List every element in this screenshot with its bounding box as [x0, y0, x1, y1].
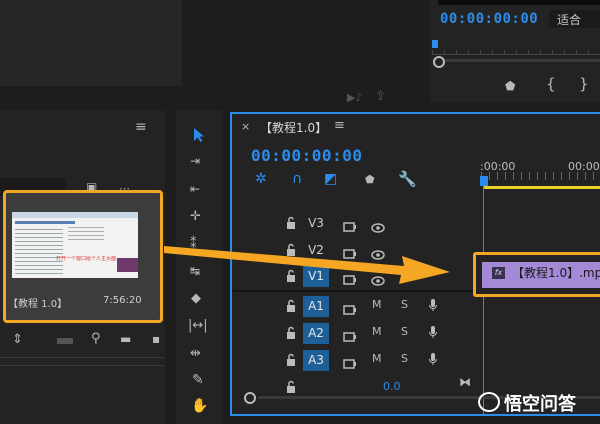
audio-track-a3[interactable]: A3 M S	[233, 348, 481, 374]
razor-tool-icon[interactable]: ◆	[191, 291, 201, 306]
lock-icon[interactable]	[285, 325, 297, 339]
audio-track-a2[interactable]: A2 M S	[233, 321, 481, 347]
project-panel: ≡ ▣ ⋯ 打开一个窗口给个人主页面 【教程 1.0】 7:56:20 ⇕ ⚲ …	[0, 110, 165, 424]
lock-icon[interactable]	[285, 352, 297, 366]
panel-divider	[0, 357, 165, 358]
playhead-line	[483, 186, 484, 416]
fit-dropdown-label: 适合	[557, 13, 582, 27]
hand-tool-icon[interactable]: ✋	[191, 398, 208, 414]
eye-icon[interactable]	[371, 218, 385, 237]
microphone-icon[interactable]	[428, 324, 438, 343]
program-timecode[interactable]: 00:00:00:00	[440, 11, 538, 27]
clip-label: 【教程1.0】.mp	[512, 266, 600, 280]
audio-output-icon[interactable]: ▶♪	[347, 91, 362, 104]
linked-selection-icon[interactable]: ◩	[324, 171, 337, 187]
sync-lock-icon[interactable]	[343, 217, 357, 236]
panel-divider	[0, 365, 165, 366]
zoom-bar[interactable]	[445, 59, 600, 62]
slide-tool-icon[interactable]: ⇹	[190, 346, 201, 361]
annotation-arrow	[164, 246, 450, 284]
ripple-edit-tool-icon[interactable]: ✛	[190, 209, 201, 224]
playhead-marker[interactable]	[480, 176, 488, 186]
microphone-icon[interactable]	[428, 351, 438, 370]
zoom-handle[interactable]	[433, 56, 445, 68]
add-marker-icon[interactable]: ⬟	[365, 173, 375, 186]
playhead-marker[interactable]	[432, 40, 438, 48]
source-monitor-panel	[0, 0, 182, 86]
video-track-v3[interactable]: V3	[233, 211, 481, 237]
sync-lock-icon[interactable]	[343, 354, 357, 373]
export-frame-icon[interactable]: ⇪	[375, 89, 386, 104]
microphone-icon[interactable]	[428, 297, 438, 316]
selection-tool-icon[interactable]	[193, 127, 205, 143]
sort-icon[interactable]: ⇕	[12, 332, 23, 347]
monitor-ruler[interactable]	[432, 50, 600, 55]
go-to-end-icon[interactable]: ⧓	[459, 375, 471, 389]
solo-button[interactable]: S	[401, 325, 408, 338]
nest-sequence-icon[interactable]: ✲	[255, 171, 267, 187]
watermark-logo-icon	[478, 392, 500, 412]
track-select-back-icon[interactable]: ⇤	[190, 182, 200, 196]
solo-button[interactable]: S	[401, 298, 408, 311]
snap-magnet-icon[interactable]: ∩	[292, 171, 302, 187]
audio-track-a1[interactable]: A1 M S	[233, 294, 481, 320]
time-ruler[interactable]	[481, 172, 600, 180]
track-name[interactable]: A3	[303, 350, 329, 371]
sync-lock-icon[interactable]	[343, 327, 357, 346]
mark-in-icon[interactable]: {	[546, 75, 556, 93]
sync-lock-icon[interactable]	[343, 300, 357, 319]
panel-menu-icon[interactable]: ≡	[135, 119, 147, 135]
mark-out-icon[interactable]: }	[579, 75, 589, 93]
lock-icon[interactable]	[285, 215, 297, 229]
pen-tool-icon[interactable]: ✎	[192, 372, 204, 388]
clip-duration: 7:56:20	[103, 295, 142, 306]
timeline-clip[interactable]: fx 【教程1.0】.mp	[473, 252, 600, 297]
timeline-timecode[interactable]: 00:00:00:00	[251, 146, 362, 165]
close-tab-icon[interactable]: ×	[241, 120, 250, 133]
mute-button[interactable]: M	[372, 325, 382, 338]
clip-name: 【教程 1.0】	[8, 299, 68, 310]
folder-icon[interactable]: ▬	[120, 332, 131, 346]
track-name[interactable]: A2	[303, 323, 329, 344]
mute-button[interactable]: M	[372, 352, 382, 365]
fit-dropdown[interactable]: 适合	[549, 10, 600, 28]
watermark-text: 悟空问答	[504, 394, 576, 415]
search-icon[interactable]: ⚲	[91, 331, 101, 346]
thumb-caption: 打开一个窗口给个人主页面	[56, 256, 117, 262]
clip-thumbnail-image: 打开一个窗口给个人主页面	[12, 212, 138, 278]
fx-badge: fx	[492, 267, 505, 279]
settings-wrench-icon[interactable]: 🔧	[398, 170, 417, 188]
slip-tool-icon[interactable]: |↔|	[188, 318, 208, 333]
tab-menu-icon[interactable]: ≡	[334, 118, 345, 133]
track-select-tool-icon[interactable]: ⇥	[190, 154, 200, 168]
zoom-slider[interactable]	[57, 338, 73, 344]
clip-thumbnail-card[interactable]: 打开一个窗口给个人主页面 【教程 1.0】 7:56:20	[3, 190, 163, 323]
add-marker-icon[interactable]: ⬟	[505, 79, 515, 93]
work-area-bar[interactable]	[484, 186, 600, 189]
timeline-tab-label[interactable]: 【教程1.0】	[260, 119, 327, 136]
track-name[interactable]: V3	[303, 213, 329, 234]
timeline-zoom-handle[interactable]	[244, 392, 256, 404]
program-monitor-panel: 00:00:00:00 适合 ⬟ { }	[430, 0, 600, 102]
new-item-icon[interactable]: ▪	[152, 332, 160, 346]
lock-icon[interactable]	[285, 298, 297, 312]
solo-button[interactable]: S	[401, 352, 408, 365]
master-volume-value[interactable]: 0.0	[383, 380, 401, 393]
mute-button[interactable]: M	[372, 298, 382, 311]
track-name[interactable]: A1	[303, 296, 329, 317]
